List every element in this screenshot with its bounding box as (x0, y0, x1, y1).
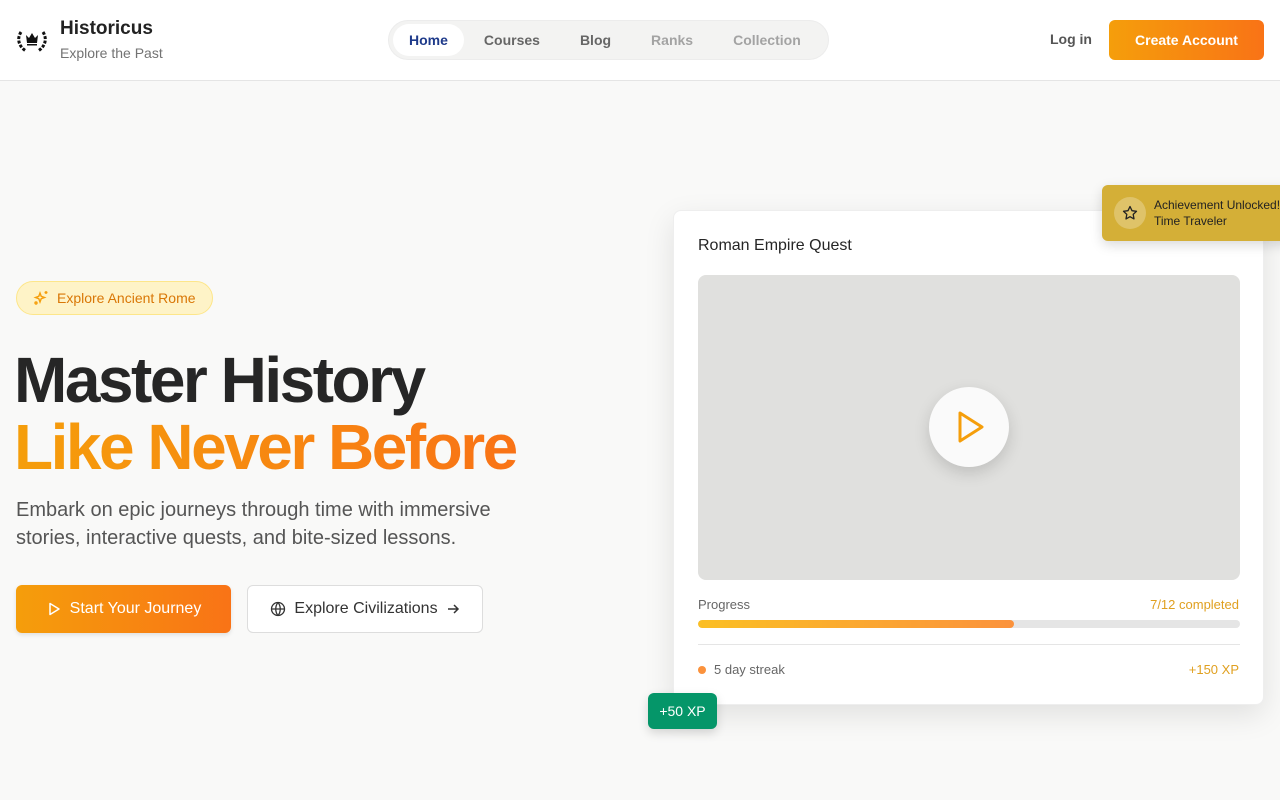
brand-tagline: Explore the Past (60, 45, 163, 61)
login-link[interactable]: Log in (1050, 31, 1092, 47)
play-icon (48, 602, 60, 616)
start-journey-button[interactable]: Start Your Journey (16, 585, 231, 633)
progress-label: Progress (698, 597, 751, 612)
video-preview[interactable] (698, 275, 1240, 580)
streak-dot-icon (698, 665, 706, 674)
nav-collection[interactable]: Collection (713, 24, 821, 56)
achievement-title: Achievement Unlocked! (1154, 198, 1280, 212)
xp-reward: +150 XP (1188, 662, 1239, 677)
explore-civilizations-button[interactable]: Explore Civilizations (247, 585, 483, 633)
achievement-toast: Achievement Unlocked! Time Traveler (1102, 185, 1280, 241)
divider (698, 644, 1240, 645)
hero-title: Master History (14, 344, 426, 416)
streak: 5 day streak (698, 662, 785, 677)
start-journey-label: Start Your Journey (69, 600, 202, 617)
xp-badge: +50 XP (648, 693, 717, 729)
sparkles-icon (33, 290, 48, 305)
create-account-button[interactable]: Create Account (1109, 20, 1264, 60)
play-button[interactable] (929, 387, 1009, 467)
hero-title-accent: Like Never Before (14, 411, 518, 483)
quest-card: Roman Empire Quest Progress 7/12 complet… (673, 210, 1264, 705)
hero-description: Embark on epic journeys through time wit… (16, 499, 491, 549)
progress-fill (698, 620, 1014, 628)
brand-name[interactable]: Historicus (60, 18, 153, 40)
crown-laurel-logo-icon (17, 31, 47, 53)
progress-bar (698, 620, 1240, 628)
explore-civilizations-label: Explore Civilizations (294, 600, 438, 617)
quest-title: Roman Empire Quest (698, 237, 852, 254)
header: Historicus Explore the Past Home Courses… (0, 0, 1280, 81)
nav-ranks[interactable]: Ranks (631, 24, 713, 56)
achievement-name: Time Traveler (1154, 214, 1227, 228)
streak-label: 5 day streak (714, 662, 785, 677)
main-nav: Home Courses Blog Ranks Collection (388, 20, 829, 60)
explore-rome-pill[interactable]: Explore Ancient Rome (16, 281, 213, 315)
progress-value: 7/12 completed (1150, 597, 1239, 612)
globe-icon (271, 601, 286, 617)
play-icon (958, 411, 984, 443)
nav-blog[interactable]: Blog (560, 24, 631, 56)
star-icon (1114, 197, 1146, 229)
pill-label: Explore Ancient Rome (57, 290, 196, 306)
arrow-right-icon (447, 604, 459, 614)
nav-home[interactable]: Home (393, 24, 464, 56)
nav-courses[interactable]: Courses (464, 24, 560, 56)
